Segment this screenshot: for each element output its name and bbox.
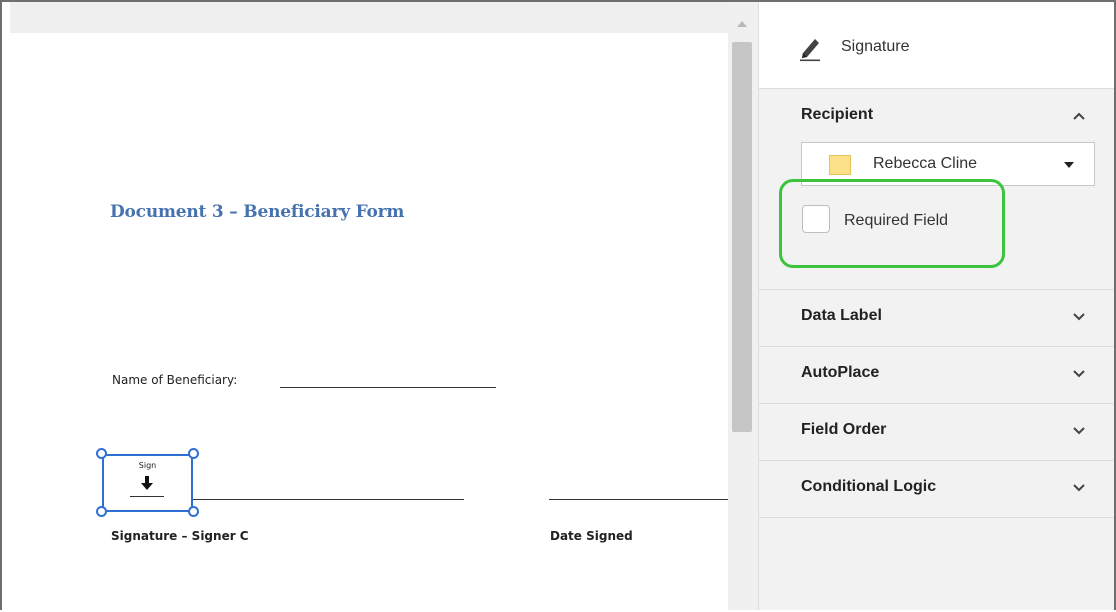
date-signed-label: Date Signed xyxy=(550,529,633,543)
app-frame: Document 3 – Beneficiary Form Name of Be… xyxy=(0,0,1116,610)
panel-header: Signature xyxy=(759,2,1114,89)
resize-handle-bottom-left[interactable] xyxy=(96,506,107,517)
resize-handle-top-left[interactable] xyxy=(96,448,107,459)
page-gap xyxy=(10,2,728,33)
chevron-down-icon xyxy=(1073,313,1085,321)
document-canvas[interactable]: Document 3 – Beneficiary Form Name of Be… xyxy=(10,2,729,610)
vertical-scrollbar[interactable] xyxy=(728,2,759,610)
download-arrow-icon xyxy=(141,476,153,490)
section-label: AutoPlace xyxy=(801,364,880,381)
chevron-down-icon xyxy=(1073,370,1085,378)
required-field-checkbox[interactable] xyxy=(802,205,830,233)
field-properties-panel: Signature Recipient Rebecca Cline Requir… xyxy=(759,2,1114,610)
recipient-selected-name: Rebecca Cline xyxy=(873,155,978,172)
section-label: Conditional Logic xyxy=(801,478,937,495)
date-signed-line xyxy=(549,499,729,500)
resize-handle-top-right[interactable] xyxy=(188,448,199,459)
scroll-up-arrow-icon[interactable] xyxy=(737,21,747,27)
section-conditional-logic[interactable]: Conditional Logic xyxy=(759,461,1114,518)
panel-title: Signature xyxy=(841,38,910,55)
chevron-up-icon[interactable] xyxy=(1072,111,1086,121)
recipient-color-swatch xyxy=(829,155,851,175)
section-autoplace[interactable]: AutoPlace xyxy=(759,347,1114,404)
beneficiary-name-label: Name of Beneficiary: xyxy=(112,373,238,387)
sign-field-text: Sign xyxy=(138,461,157,470)
dropdown-caret-icon xyxy=(1064,162,1074,168)
chevron-down-icon xyxy=(1073,484,1085,492)
section-data-label[interactable]: Data Label xyxy=(759,290,1114,347)
document-title: Document 3 – Beneficiary Form xyxy=(110,202,405,222)
beneficiary-name-line xyxy=(280,387,496,388)
section-label: Field Order xyxy=(801,421,887,438)
required-field-label[interactable]: Required Field xyxy=(844,212,948,230)
signature-label: Signature – Signer C xyxy=(111,529,249,543)
section-label: Data Label xyxy=(801,307,882,324)
scrollbar-thumb[interactable] xyxy=(732,42,752,432)
recipient-section-label: Recipient xyxy=(801,106,874,123)
sign-field-underline xyxy=(130,496,164,497)
pen-icon xyxy=(800,39,820,62)
section-field-order[interactable]: Field Order xyxy=(759,404,1114,461)
resize-handle-bottom-right[interactable] xyxy=(188,506,199,517)
chevron-down-icon xyxy=(1073,427,1085,435)
sign-field[interactable]: Sign xyxy=(102,454,193,512)
